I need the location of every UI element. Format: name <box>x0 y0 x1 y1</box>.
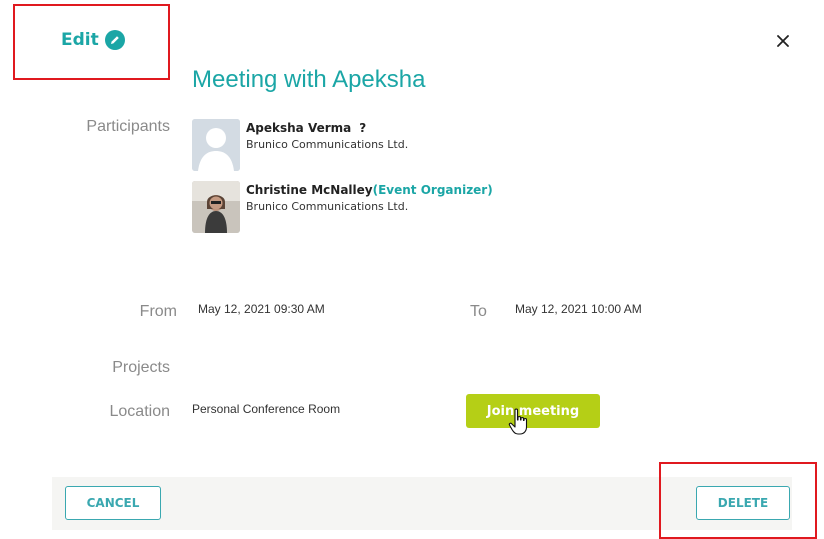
projects-label: Projects <box>112 359 170 376</box>
avatar <box>192 119 240 171</box>
meeting-modal: Edit Meeting with Apeksha Participants A… <box>0 0 824 539</box>
location-value: Personal Conference Room <box>192 402 341 416</box>
join-meeting-button[interactable]: Join meeting <box>466 394 600 428</box>
participant-company: Brunico Communications Ltd. <box>246 200 409 213</box>
participant-name-line: Apeksha Verma? <box>246 121 408 135</box>
close-button[interactable] <box>772 30 794 52</box>
avatar <box>192 181 240 233</box>
participant-item: Apeksha Verma? Brunico Communications Lt… <box>192 119 408 171</box>
participant-item: Christine McNalley(Event Organizer) Brun… <box>192 181 493 233</box>
from-label: From <box>139 303 177 320</box>
event-organizer-tag: (Event Organizer) <box>372 183 493 197</box>
participant-name[interactable]: Apeksha Verma <box>246 121 351 135</box>
modal-footer: CANCEL DELETE <box>52 477 792 530</box>
pencil-icon <box>104 30 125 50</box>
location-label: Location <box>109 403 171 420</box>
participant-name[interactable]: Christine McNalley <box>246 183 373 197</box>
edit-link[interactable]: Edit <box>61 30 125 50</box>
unknown-status-badge: ? <box>359 121 367 135</box>
meeting-title: Meeting with Apeksha <box>192 66 426 93</box>
participant-name-line: Christine McNalley(Event Organizer) <box>246 183 493 197</box>
edit-label: Edit <box>61 30 99 50</box>
delete-button[interactable]: DELETE <box>696 486 790 520</box>
participants-label: Participants <box>86 118 170 135</box>
to-value: May 12, 2021 10:00 AM <box>515 302 642 316</box>
to-label: To <box>470 303 487 320</box>
participant-company: Brunico Communications Ltd. <box>246 138 409 151</box>
from-value: May 12, 2021 09:30 AM <box>198 302 325 316</box>
cancel-button[interactable]: CANCEL <box>65 486 161 520</box>
close-icon <box>777 35 789 47</box>
